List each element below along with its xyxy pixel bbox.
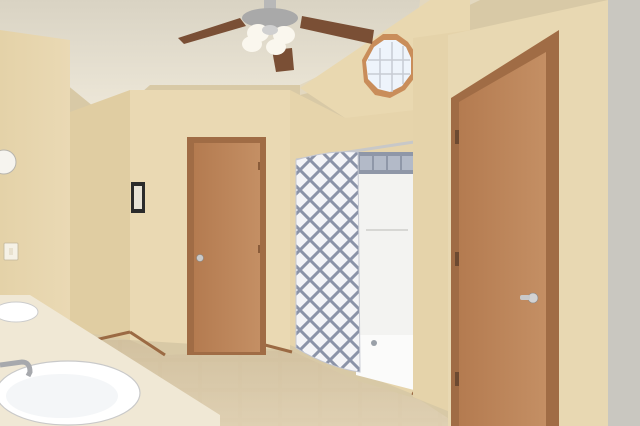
right-door[interactable] bbox=[451, 30, 559, 426]
center-door[interactable] bbox=[187, 137, 266, 355]
sink-basin bbox=[0, 301, 39, 323]
door-knob bbox=[196, 254, 204, 262]
left-wall bbox=[0, 30, 70, 320]
right-edge-wall bbox=[608, 0, 640, 426]
shower-curtain[interactable] bbox=[295, 151, 361, 373]
bathroom-photo bbox=[0, 0, 640, 426]
shower-stall bbox=[356, 152, 414, 390]
back-wall-left bbox=[70, 90, 130, 340]
